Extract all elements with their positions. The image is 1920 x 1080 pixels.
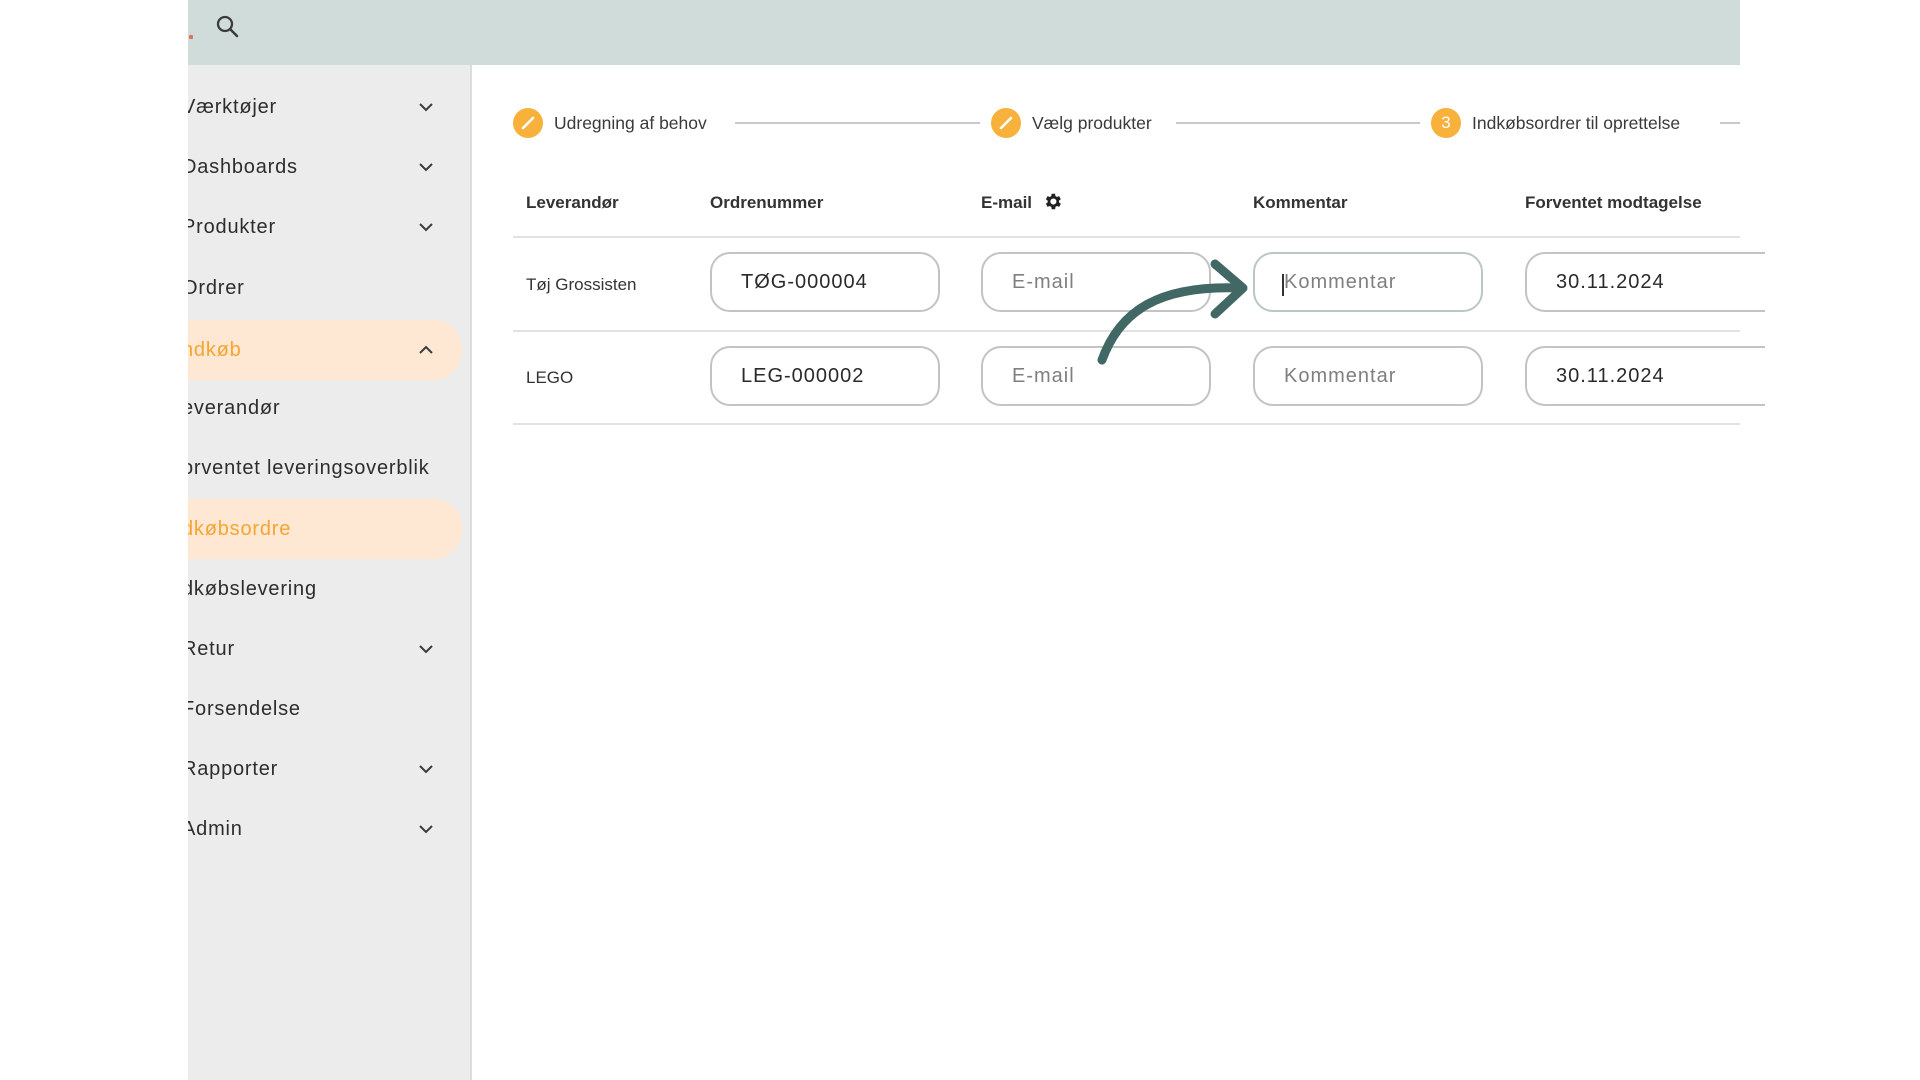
order-number-field[interactable]: TØG-000004 bbox=[710, 252, 940, 312]
sidebar-item-forsendelse[interactable]: Forsendelse bbox=[188, 681, 464, 737]
chevron-up-icon bbox=[419, 345, 433, 354]
supplier-name: Tøj Grossisten bbox=[526, 275, 637, 294]
step-udregning-af-behov[interactable]: Udregning af behov bbox=[513, 108, 707, 138]
step-vaelg-produkter[interactable]: Vælg produkter bbox=[991, 108, 1152, 138]
expected-delivery-date-field[interactable]: 30.11.2024 bbox=[1525, 346, 1765, 406]
sidebar-item-ordrer[interactable]: Ordrer bbox=[188, 260, 464, 316]
supplier-name: LEGO bbox=[526, 368, 574, 387]
sidebar-item-dashboards[interactable]: Dashboards bbox=[188, 139, 464, 195]
sidebar-item-label: Ordrer bbox=[188, 276, 245, 299]
sidebar: Værktøjer Dashboards Produkter Ordrer nd… bbox=[188, 65, 470, 1080]
column-header-email: E-mail bbox=[981, 193, 1033, 212]
sidebar-item-label: everandør bbox=[188, 396, 281, 419]
sidebar-item-label: ndkøb bbox=[188, 338, 242, 361]
order-number-field[interactable]: LEG-000002 bbox=[710, 346, 940, 406]
sidebar-item-indkobslevering[interactable]: dkøbslevering bbox=[188, 561, 464, 617]
sidebar-item-label: Rapporter bbox=[188, 757, 279, 780]
table-row-divider bbox=[513, 423, 1740, 425]
sidebar-divider bbox=[470, 65, 472, 1080]
sidebar-item-label: Forsendelse bbox=[188, 697, 301, 720]
sidebar-item-label: Retur bbox=[188, 637, 235, 660]
step-connector bbox=[1176, 122, 1420, 124]
expected-delivery-date-field[interactable]: 30.11.2024 bbox=[1525, 252, 1765, 312]
sidebar-item-leverandor[interactable]: everandør bbox=[188, 380, 464, 436]
top-bar bbox=[188, 0, 1740, 65]
step-number: 3 bbox=[1431, 108, 1461, 138]
search-icon[interactable] bbox=[213, 12, 243, 42]
pencil-icon bbox=[513, 108, 543, 138]
chevron-down-icon bbox=[419, 765, 433, 774]
sidebar-item-forventet-leveringsoverblik[interactable]: orventet leveringsoverblik bbox=[188, 440, 464, 496]
sidebar-item-indkobsordre[interactable]: dkøbsordre bbox=[188, 499, 462, 559]
sidebar-item-label: orventet leveringsoverblik bbox=[188, 456, 430, 479]
chevron-down-icon bbox=[419, 223, 433, 232]
sidebar-item-label: Produkter bbox=[188, 215, 276, 238]
chevron-down-icon bbox=[419, 163, 433, 172]
sidebar-item-retur[interactable]: Retur bbox=[188, 621, 464, 677]
column-header-expected-delivery: Forventet modtagelse bbox=[1525, 193, 1702, 212]
column-header-comment: Kommentar bbox=[1253, 193, 1348, 212]
sidebar-item-rapporter[interactable]: Rapporter bbox=[188, 741, 464, 797]
sidebar-item-label: dkøbsordre bbox=[188, 517, 292, 540]
sidebar-item-admin[interactable]: Admin bbox=[188, 801, 464, 857]
sidebar-item-label: Dashboards bbox=[188, 155, 298, 178]
sidebar-item-label: Admin bbox=[188, 817, 243, 840]
table-header-divider bbox=[513, 236, 1740, 238]
sidebar-item-label: dkøbslevering bbox=[188, 577, 317, 600]
step-connector bbox=[735, 122, 980, 124]
chevron-down-icon bbox=[419, 645, 433, 654]
step-label: Vælg produkter bbox=[1032, 112, 1152, 133]
step-label: Udregning af behov bbox=[554, 112, 707, 133]
step-label: Indkøbsordrer til oprettelse bbox=[1472, 112, 1681, 133]
step-connector bbox=[1720, 122, 1740, 124]
column-header-order-number: Ordrenummer bbox=[710, 193, 824, 212]
sidebar-item-vaerktojer[interactable]: Værktøjer bbox=[188, 79, 464, 135]
sidebar-item-label: Værktøjer bbox=[188, 95, 277, 118]
column-header-supplier: Leverandør bbox=[526, 193, 619, 212]
pencil-icon bbox=[991, 108, 1021, 138]
step-indkobsordrer-til-oprettelse[interactable]: 3 Indkøbsordrer til oprettelse bbox=[1431, 108, 1680, 138]
chevron-down-icon bbox=[419, 825, 433, 834]
gear-icon[interactable] bbox=[1042, 191, 1063, 212]
curved-arrow-icon bbox=[1097, 259, 1248, 365]
text-cursor bbox=[1282, 274, 1284, 296]
comment-field[interactable] bbox=[1253, 252, 1483, 312]
sidebar-item-produkter[interactable]: Produkter bbox=[188, 199, 464, 255]
comment-field[interactable] bbox=[1253, 346, 1483, 406]
chevron-down-icon bbox=[419, 103, 433, 112]
logo-fragment bbox=[189, 35, 193, 39]
sidebar-item-indkob[interactable]: ndkøb bbox=[188, 320, 462, 380]
